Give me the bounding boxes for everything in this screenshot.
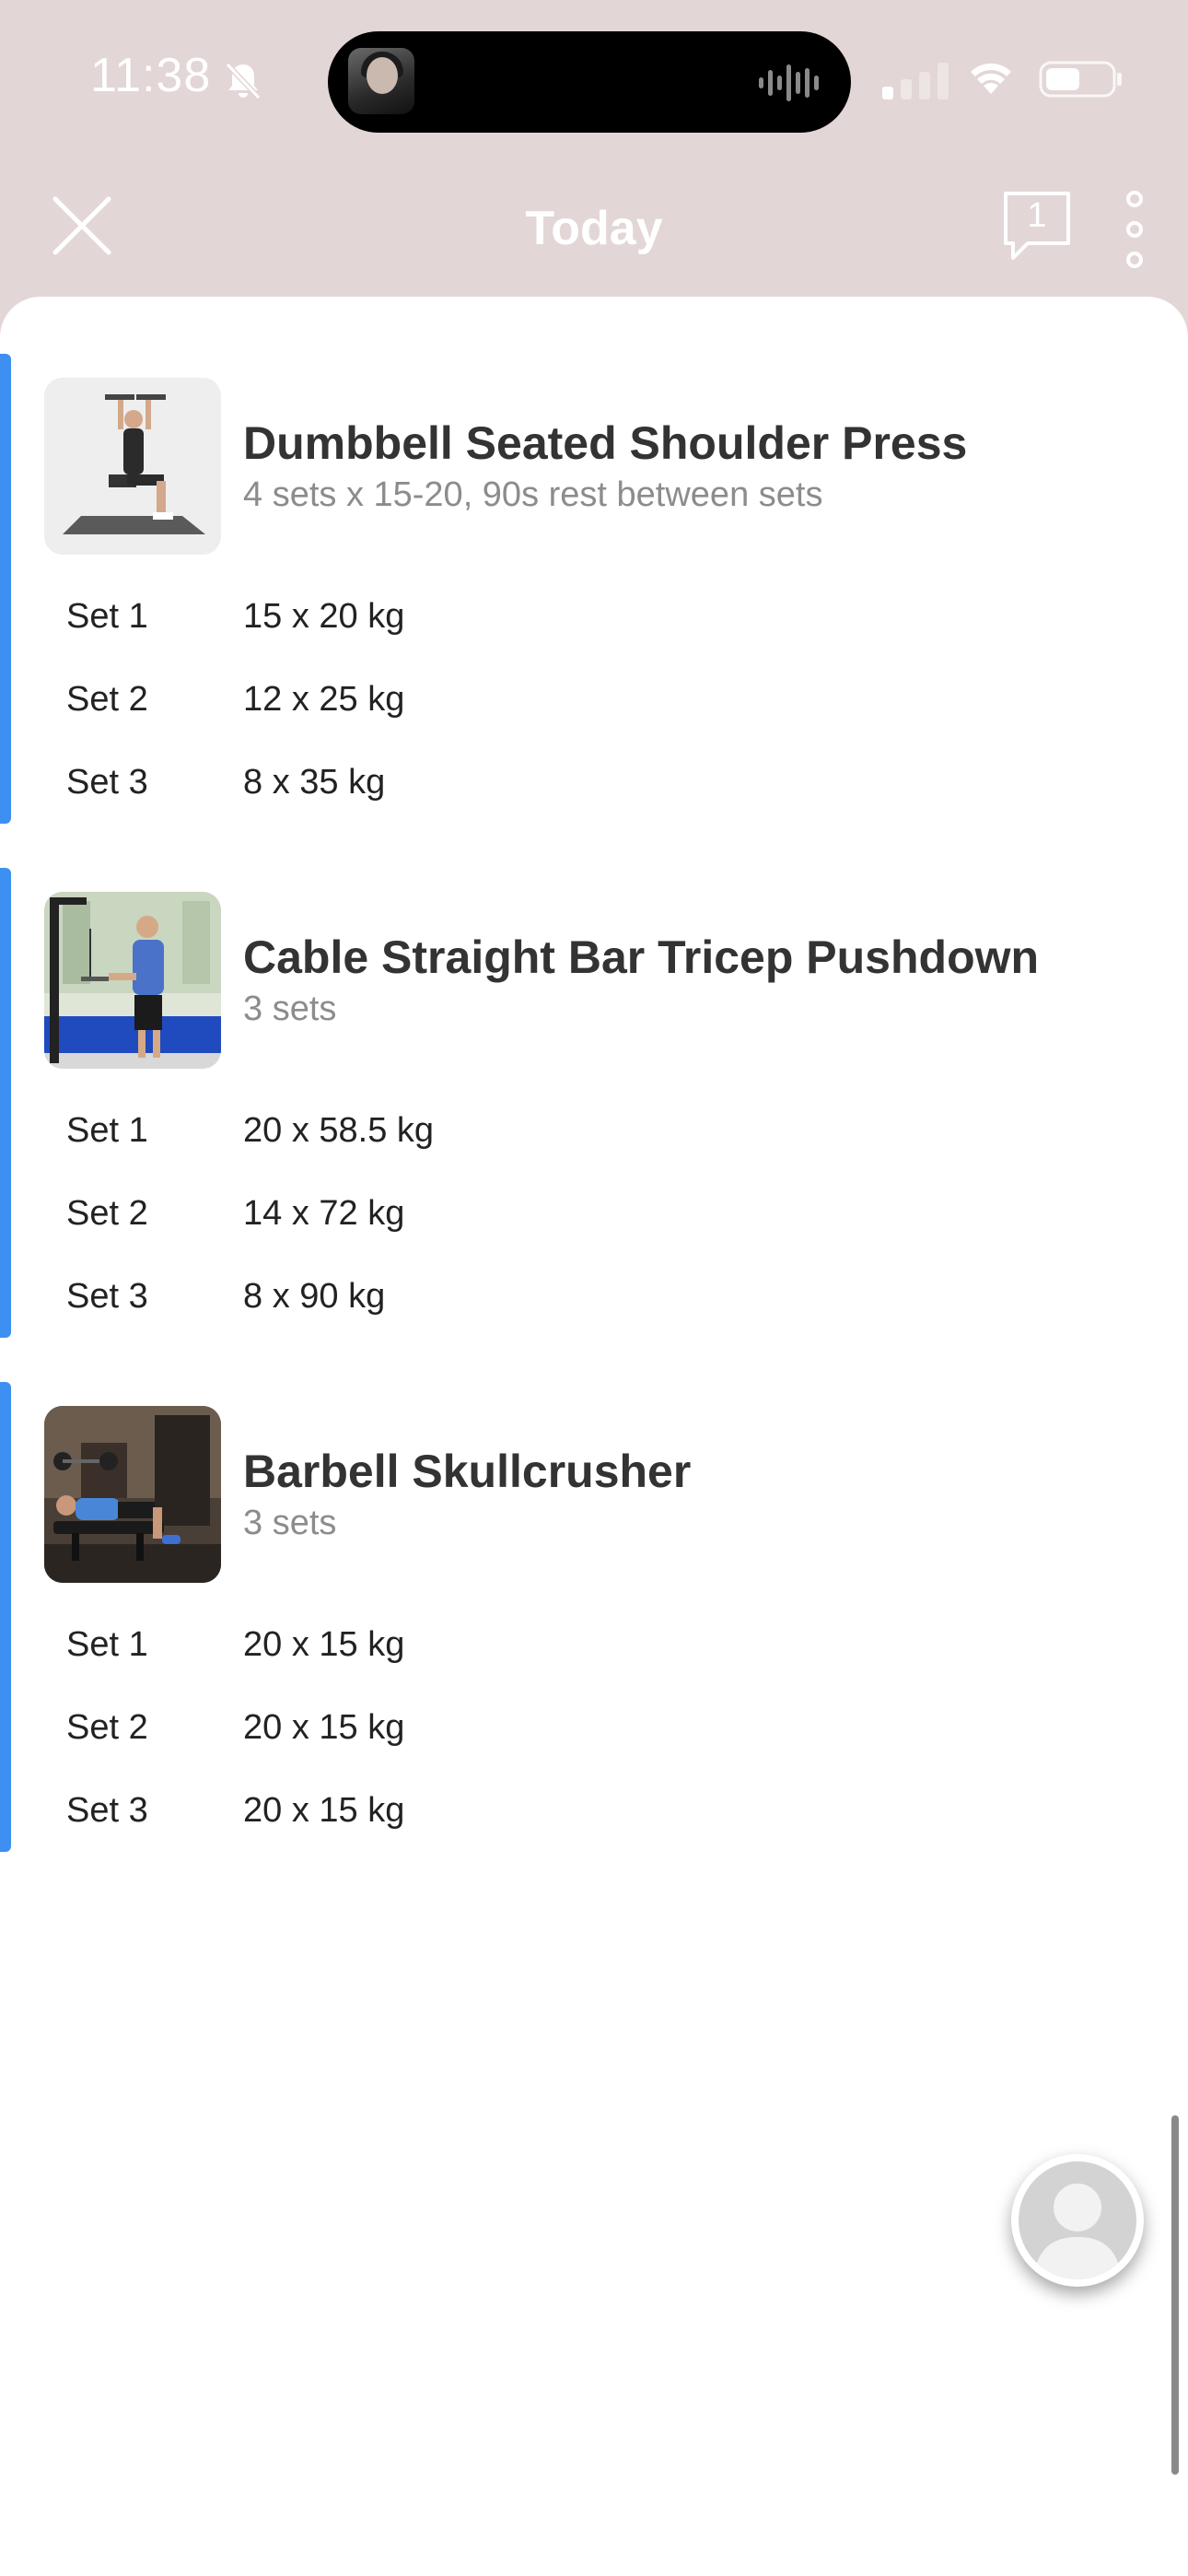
bell-slash-icon	[225, 62, 262, 100]
exercise-subtitle: 3 sets	[243, 1504, 337, 1542]
more-options-button[interactable]	[1116, 190, 1153, 269]
exercise-card[interactable]: Barbell Skullcrusher 3 sets Set 1 20 x 1…	[0, 1382, 1188, 1852]
coach-avatar-button[interactable]	[1011, 2154, 1144, 2287]
set-label: Set 3	[66, 1791, 148, 1830]
signal-icon	[882, 63, 949, 100]
set-value: 20 x 15 kg	[243, 1708, 405, 1747]
set-row[interactable]: Set 2 12 x 25 kg	[0, 667, 1188, 741]
exercise-card[interactable]: Cable Straight Bar Tricep Pushdown 3 set…	[0, 868, 1188, 1338]
nav-bar: Today 1	[0, 157, 1188, 295]
set-value: 20 x 15 kg	[243, 1625, 405, 1664]
exercise-subtitle: 4 sets x 15-20, 90s rest between sets	[243, 475, 823, 514]
scrollbar[interactable]	[1171, 2115, 1179, 2475]
set-value: 20 x 58.5 kg	[243, 1111, 435, 1150]
avatar	[1019, 2161, 1136, 2279]
set-label: Set 1	[66, 1625, 148, 1664]
set-row[interactable]: Set 3 8 x 90 kg	[0, 1264, 1188, 1338]
set-label: Set 3	[66, 763, 148, 802]
set-row[interactable]: Set 3 8 x 35 kg	[0, 750, 1188, 824]
set-label: Set 2	[66, 1194, 148, 1233]
exercise-subtitle: 3 sets	[243, 989, 337, 1028]
status-time: 11:38	[90, 49, 212, 102]
dynamic-island[interactable]	[328, 31, 851, 133]
set-row[interactable]: Set 2 14 x 72 kg	[0, 1181, 1188, 1255]
set-row[interactable]: Set 3 20 x 15 kg	[0, 1778, 1188, 1852]
exercise-title: Dumbbell Seated Shoulder Press	[243, 417, 968, 469]
set-row[interactable]: Set 1 20 x 58.5 kg	[0, 1098, 1188, 1172]
set-label: Set 2	[66, 1708, 148, 1747]
set-row[interactable]: Set 2 20 x 15 kg	[0, 1695, 1188, 1769]
chat-button[interactable]: 1	[1000, 190, 1074, 263]
set-value: 8 x 90 kg	[243, 1277, 386, 1316]
more-vertical-icon	[1126, 191, 1143, 268]
set-label: Set 1	[66, 597, 148, 636]
battery-icon	[1039, 61, 1122, 98]
person-placeholder-icon	[1033, 2184, 1122, 2279]
exercise-card[interactable]: Dumbbell Seated Shoulder Press 4 sets x …	[0, 354, 1188, 824]
set-label: Set 3	[66, 1277, 148, 1316]
set-value: 14 x 72 kg	[243, 1194, 405, 1233]
now-playing-artwork	[348, 48, 414, 114]
set-label: Set 1	[66, 1111, 148, 1150]
set-row[interactable]: Set 1 15 x 20 kg	[0, 584, 1188, 658]
wifi-icon	[971, 63, 1011, 94]
exercise-title: Cable Straight Bar Tricep Pushdown	[243, 931, 1040, 983]
set-row[interactable]: Set 1 20 x 15 kg	[0, 1612, 1188, 1686]
set-value: 8 x 35 kg	[243, 763, 386, 802]
exercise-thumbnail[interactable]	[44, 892, 221, 1069]
status-bar: 11:38	[0, 0, 1188, 157]
chat-count-badge: 1	[1027, 196, 1047, 235]
set-value: 20 x 15 kg	[243, 1791, 405, 1830]
exercise-thumbnail[interactable]	[44, 1406, 221, 1583]
exercise-thumbnail[interactable]	[44, 378, 221, 555]
exercise-title: Barbell Skullcrusher	[243, 1446, 692, 1497]
set-value: 12 x 25 kg	[243, 680, 405, 719]
set-value: 15 x 20 kg	[243, 597, 405, 636]
set-label: Set 2	[66, 680, 148, 719]
workout-sheet: Dumbbell Seated Shoulder Press 4 sets x …	[0, 297, 1188, 2576]
audio-waveform-icon	[759, 64, 819, 101]
